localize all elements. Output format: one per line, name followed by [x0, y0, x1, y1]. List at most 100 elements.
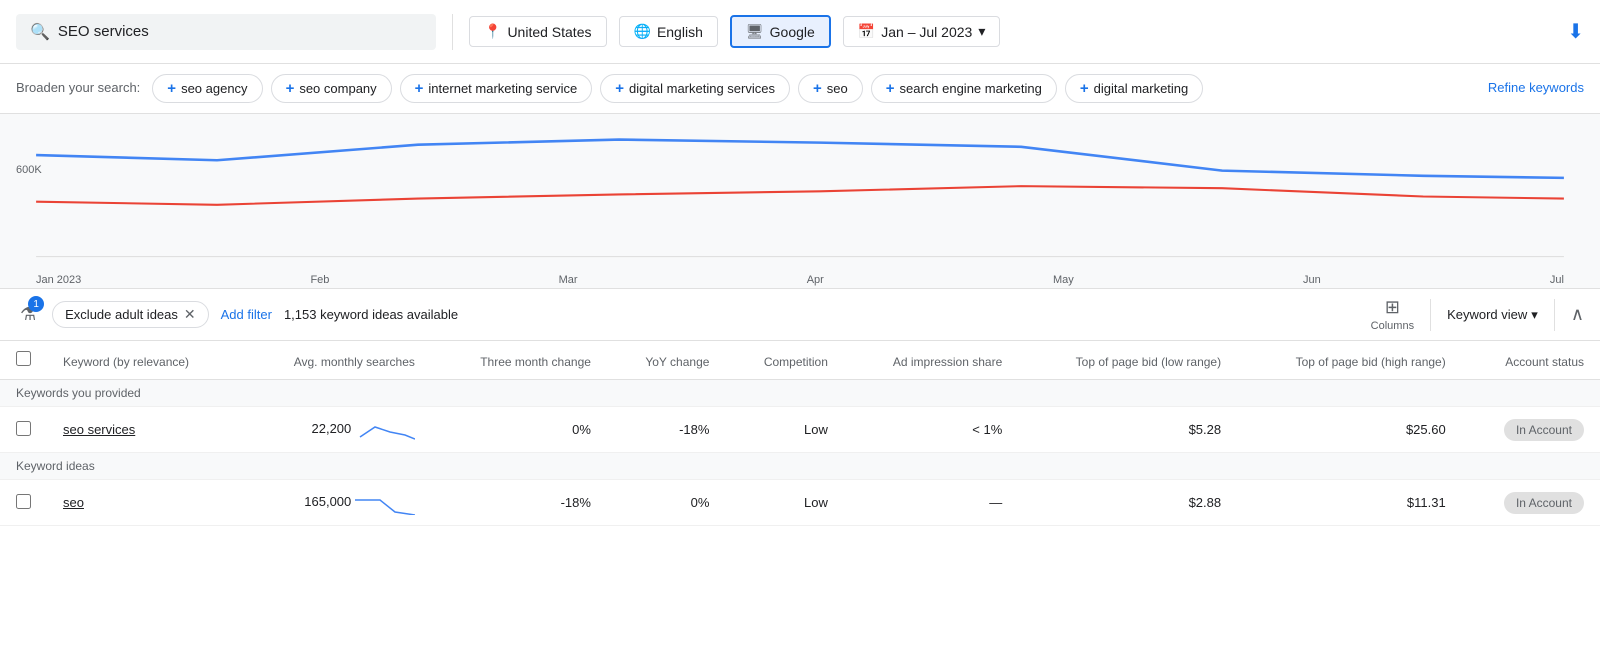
- chart-y-label: 600K: [16, 164, 42, 176]
- keyword-link[interactable]: seo services: [63, 422, 135, 437]
- top-bar-right: ⬇: [1567, 19, 1584, 44]
- col-keyword: Keyword (by relevance): [47, 341, 242, 380]
- keyword-cell: seo services: [47, 407, 242, 453]
- three-month-cell: -18%: [431, 480, 607, 526]
- ad-impression-cell: < 1%: [844, 407, 1018, 453]
- chip-label: seo company: [299, 81, 376, 96]
- search-box[interactable]: 🔍: [16, 14, 436, 50]
- account-status-cell: In Account: [1462, 480, 1600, 526]
- bid-low-cell: $5.28: [1018, 407, 1237, 453]
- plus-icon: +: [813, 80, 822, 97]
- section-header-label: Keywords you provided: [0, 380, 1600, 407]
- col-bid-high: Top of page bid (high range): [1237, 341, 1462, 380]
- sparkline: [355, 490, 415, 515]
- row-checkbox[interactable]: [16, 494, 31, 509]
- collapse-button[interactable]: ∧: [1571, 304, 1584, 325]
- chart-area: 600K Jan 2023FebMarAprMayJunJul: [0, 114, 1600, 289]
- location-label: United States: [507, 24, 591, 40]
- chart-x-label: Jul: [1550, 274, 1564, 286]
- row-checkbox-cell: [0, 480, 47, 526]
- row-checkbox[interactable]: [16, 421, 31, 436]
- chip-label: internet marketing service: [428, 81, 577, 96]
- in-account-badge: In Account: [1504, 419, 1584, 441]
- three-month-cell: 0%: [431, 407, 607, 453]
- columns-button[interactable]: ⊞ Columns: [1371, 297, 1414, 332]
- broaden-chip[interactable]: + seo company: [271, 74, 392, 103]
- date-range-label: Jan – Jul 2023: [881, 24, 972, 40]
- plus-icon: +: [1080, 80, 1089, 97]
- chip-label: seo: [827, 81, 848, 96]
- section-header-ideas: Keyword ideas: [0, 453, 1600, 480]
- keyword-view-label: Keyword view: [1447, 307, 1527, 322]
- exclude-chip-label: Exclude adult ideas: [65, 307, 178, 322]
- select-all-checkbox[interactable]: [16, 351, 31, 366]
- chip-label: digital marketing services: [629, 81, 775, 96]
- language-filter[interactable]: 🌐 English: [619, 16, 718, 47]
- plus-icon: +: [886, 80, 895, 97]
- in-account-badge: In Account: [1504, 492, 1584, 514]
- chart-x-label: Mar: [559, 274, 578, 286]
- keyword-table-container: Keyword (by relevance) Avg. monthly sear…: [0, 341, 1600, 526]
- section-header-label: Keyword ideas: [0, 453, 1600, 480]
- bid-high-cell: $11.31: [1237, 480, 1462, 526]
- broaden-chip[interactable]: + digital marketing: [1065, 74, 1203, 103]
- download-button[interactable]: ⬇: [1567, 19, 1584, 44]
- bid-high-cell: $25.60: [1237, 407, 1462, 453]
- table-row: seo services 22,200 0% -18% Low < 1% $5.…: [0, 407, 1600, 453]
- filter-button[interactable]: ⚗ 1: [16, 300, 40, 329]
- avg-monthly-cell: 165,000: [242, 480, 431, 526]
- search-icon: 🔍: [30, 22, 50, 42]
- broaden-chip[interactable]: + search engine marketing: [871, 74, 1057, 103]
- chart-x-label: Apr: [807, 274, 824, 286]
- keyword-cell: seo: [47, 480, 242, 526]
- keyword-view-button[interactable]: Keyword view ▾: [1447, 307, 1538, 323]
- col-three-month: Three month change: [431, 341, 607, 380]
- trend-chart: [16, 124, 1584, 269]
- refine-keywords-button[interactable]: Refine keywords: [1488, 74, 1584, 95]
- select-all-header: [0, 341, 47, 380]
- broaden-chip[interactable]: +internet marketing service: [400, 74, 593, 103]
- row-checkbox-cell: [0, 407, 47, 453]
- keyword-link[interactable]: seo: [63, 495, 84, 510]
- col-account-status: Account status: [1462, 341, 1600, 380]
- keyword-table: Keyword (by relevance) Avg. monthly sear…: [0, 341, 1600, 526]
- columns-label: Columns: [1371, 320, 1414, 332]
- ad-impression-cell: —: [844, 480, 1018, 526]
- plus-icon: +: [167, 80, 176, 97]
- filter-badge: 1: [28, 296, 44, 312]
- broaden-section: Broaden your search: + seo agency + seo com…: [0, 64, 1600, 114]
- section-header-provided: Keywords you provided: [0, 380, 1600, 407]
- chip-label: seo agency: [181, 81, 248, 96]
- divider: [1554, 299, 1555, 331]
- competition-cell: Low: [725, 407, 843, 453]
- chip-label: digital marketing: [1094, 81, 1189, 96]
- yoy-cell: -18%: [607, 407, 726, 453]
- col-competition: Competition: [725, 341, 843, 380]
- sparkline: [355, 417, 415, 442]
- plus-icon: +: [615, 80, 624, 97]
- divider: [452, 14, 453, 50]
- top-bar: 🔍 📍 United States 🌐 English 🖥 Google 📅 J…: [0, 0, 1600, 64]
- platform-icon: 🖥: [746, 23, 764, 40]
- broaden-chip[interactable]: + digital marketing services: [600, 74, 790, 103]
- plus-icon: +: [286, 80, 295, 97]
- chip-label: search engine marketing: [899, 81, 1041, 96]
- broaden-label: Broaden your search:: [16, 74, 140, 95]
- col-yoy: YoY change: [607, 341, 726, 380]
- exclude-chip-remove[interactable]: ✕: [184, 306, 196, 323]
- yoy-cell: 0%: [607, 480, 726, 526]
- language-label: English: [657, 24, 703, 40]
- divider: [1430, 299, 1431, 331]
- search-input[interactable]: [58, 23, 422, 40]
- chart-x-label: May: [1053, 274, 1074, 286]
- platform-filter[interactable]: 🖥 Google: [730, 15, 831, 48]
- location-filter[interactable]: 📍 United States: [469, 16, 607, 47]
- location-icon: 📍: [484, 23, 501, 40]
- chevron-down-icon: ▾: [1531, 307, 1538, 323]
- bid-low-cell: $2.88: [1018, 480, 1237, 526]
- broaden-chip[interactable]: + seo: [798, 74, 863, 103]
- broaden-chip[interactable]: + seo agency: [152, 74, 262, 103]
- calendar-icon: 📅: [858, 23, 875, 40]
- date-range-filter[interactable]: 📅 Jan – Jul 2023 ▾: [843, 16, 1001, 47]
- add-filter-button[interactable]: Add filter: [221, 307, 272, 322]
